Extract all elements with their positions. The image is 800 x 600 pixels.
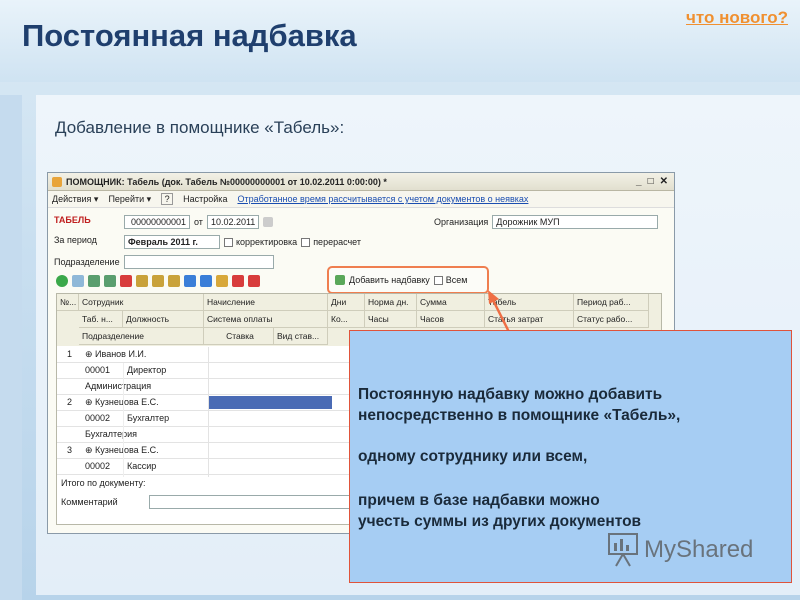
- col-position[interactable]: Должность: [123, 311, 204, 328]
- table-icon[interactable]: [168, 275, 180, 287]
- col-pay-system[interactable]: Система оплаты: [204, 311, 328, 328]
- recalc-checkbox[interactable]: перерасчет: [301, 237, 361, 248]
- move-down-icon[interactable]: [200, 275, 212, 287]
- menu-actions[interactable]: Действия ▾: [52, 194, 98, 205]
- all-checkbox[interactable]: Всем: [433, 275, 467, 286]
- fill-icon[interactable]: [136, 275, 148, 287]
- add-allowance-highlight: Добавить надбавку Всем: [327, 266, 489, 294]
- selected-cell[interactable]: [208, 396, 332, 409]
- total-label: Итого по документу:: [61, 478, 146, 488]
- clear-filter-icon[interactable]: [248, 275, 260, 287]
- org-label: Организация: [434, 217, 489, 227]
- copy-icon[interactable]: [72, 275, 84, 287]
- division-label: Подразделение: [54, 257, 120, 267]
- add-icon[interactable]: [56, 275, 68, 287]
- callout-line-4: причем в базе надбавки можно: [358, 492, 600, 509]
- col-num[interactable]: №...: [57, 294, 79, 311]
- correction-checkbox[interactable]: корректировка: [224, 237, 297, 248]
- col-employee[interactable]: Сотрудник: [79, 294, 204, 311]
- period-field[interactable]: Февраль 2011 г.: [124, 235, 220, 249]
- menubar: Действия ▾ Перейти ▾ ? Настройка Отработ…: [48, 191, 674, 208]
- add-allowance-icon: [335, 275, 345, 285]
- sort-icon[interactable]: [216, 275, 228, 287]
- division-field[interactable]: [123, 255, 274, 269]
- calendar-icon[interactable]: [262, 217, 273, 227]
- callout-line-1: Постоянную надбавку можно добавить: [358, 386, 663, 403]
- time-calc-link[interactable]: Отработанное время рассчитывается с учет…: [237, 194, 528, 204]
- menu-settings[interactable]: Настройка: [183, 194, 227, 204]
- col-norm-days[interactable]: Норма дн.: [365, 294, 417, 311]
- edit-icon[interactable]: [88, 275, 100, 287]
- window-title: ПОМОЩНИК: Табель (док. Табель №000000000…: [66, 176, 387, 187]
- col-sum[interactable]: Сумма: [417, 294, 485, 311]
- col-hours[interactable]: Часы: [365, 311, 417, 328]
- col-rate[interactable]: Ставка: [204, 328, 274, 345]
- col-work-status[interactable]: Статус рабо...: [574, 311, 649, 328]
- doc-number-field[interactable]: 00000000001: [124, 215, 190, 229]
- maximize-button[interactable]: □: [648, 176, 654, 187]
- watermark: MyShared: [608, 533, 753, 567]
- col-hours-count[interactable]: Часов: [417, 311, 485, 328]
- whats-new-link[interactable]: что нового?: [686, 8, 788, 28]
- page-title: Постоянная надбавка: [22, 18, 357, 53]
- org-field[interactable]: Дорожник МУП: [492, 215, 659, 229]
- col-cost-item[interactable]: Статья затрат: [485, 311, 574, 328]
- col-days[interactable]: Дни: [328, 294, 365, 311]
- calc-icon[interactable]: [152, 275, 164, 287]
- app-icon: [52, 176, 62, 187]
- period-label: За период: [54, 235, 97, 245]
- edit-all-icon[interactable]: [104, 275, 116, 287]
- callout-line-3: одному сотруднику или всем,: [358, 448, 588, 465]
- col-ko[interactable]: Ко...: [328, 311, 365, 328]
- left-strip: [0, 95, 22, 600]
- close-button[interactable]: ✕: [660, 176, 668, 187]
- subtitle: Добавление в помощнике «Табель»:: [55, 118, 345, 137]
- col-tab-no[interactable]: Таб. н...: [79, 311, 123, 328]
- col-period[interactable]: Период раб...: [574, 294, 649, 311]
- col-department[interactable]: Подразделение: [79, 328, 204, 345]
- col-tabel[interactable]: Табель: [485, 294, 574, 311]
- add-allowance-button[interactable]: Добавить надбавку: [349, 275, 430, 285]
- callout-line-2: непосредственно в помощнике «Табель»,: [358, 407, 681, 424]
- tabel-label: ТАБЕЛЬ: [54, 215, 91, 225]
- comment-label: Комментарий: [61, 497, 118, 507]
- window-titlebar: ПОМОЩНИК: Табель (док. Табель №000000000…: [48, 173, 674, 191]
- menu-go[interactable]: Перейти ▾: [108, 194, 151, 205]
- minimize-button[interactable]: _: [636, 176, 642, 187]
- callout-line-5: учесть суммы из других документов: [358, 513, 642, 530]
- grid-toolbar: [56, 273, 260, 289]
- col-rate-type[interactable]: Вид став...: [274, 328, 328, 345]
- date-from-label: от: [194, 217, 203, 227]
- filter-icon[interactable]: [232, 275, 244, 287]
- col-accrual[interactable]: Начисление: [204, 294, 328, 311]
- help-icon[interactable]: ?: [161, 193, 174, 205]
- presentation-icon: [608, 533, 638, 567]
- comment-field[interactable]: [149, 495, 359, 509]
- delete-icon[interactable]: [120, 275, 132, 287]
- move-up-icon[interactable]: [184, 275, 196, 287]
- doc-date-field[interactable]: 10.02.2011: [206, 215, 259, 229]
